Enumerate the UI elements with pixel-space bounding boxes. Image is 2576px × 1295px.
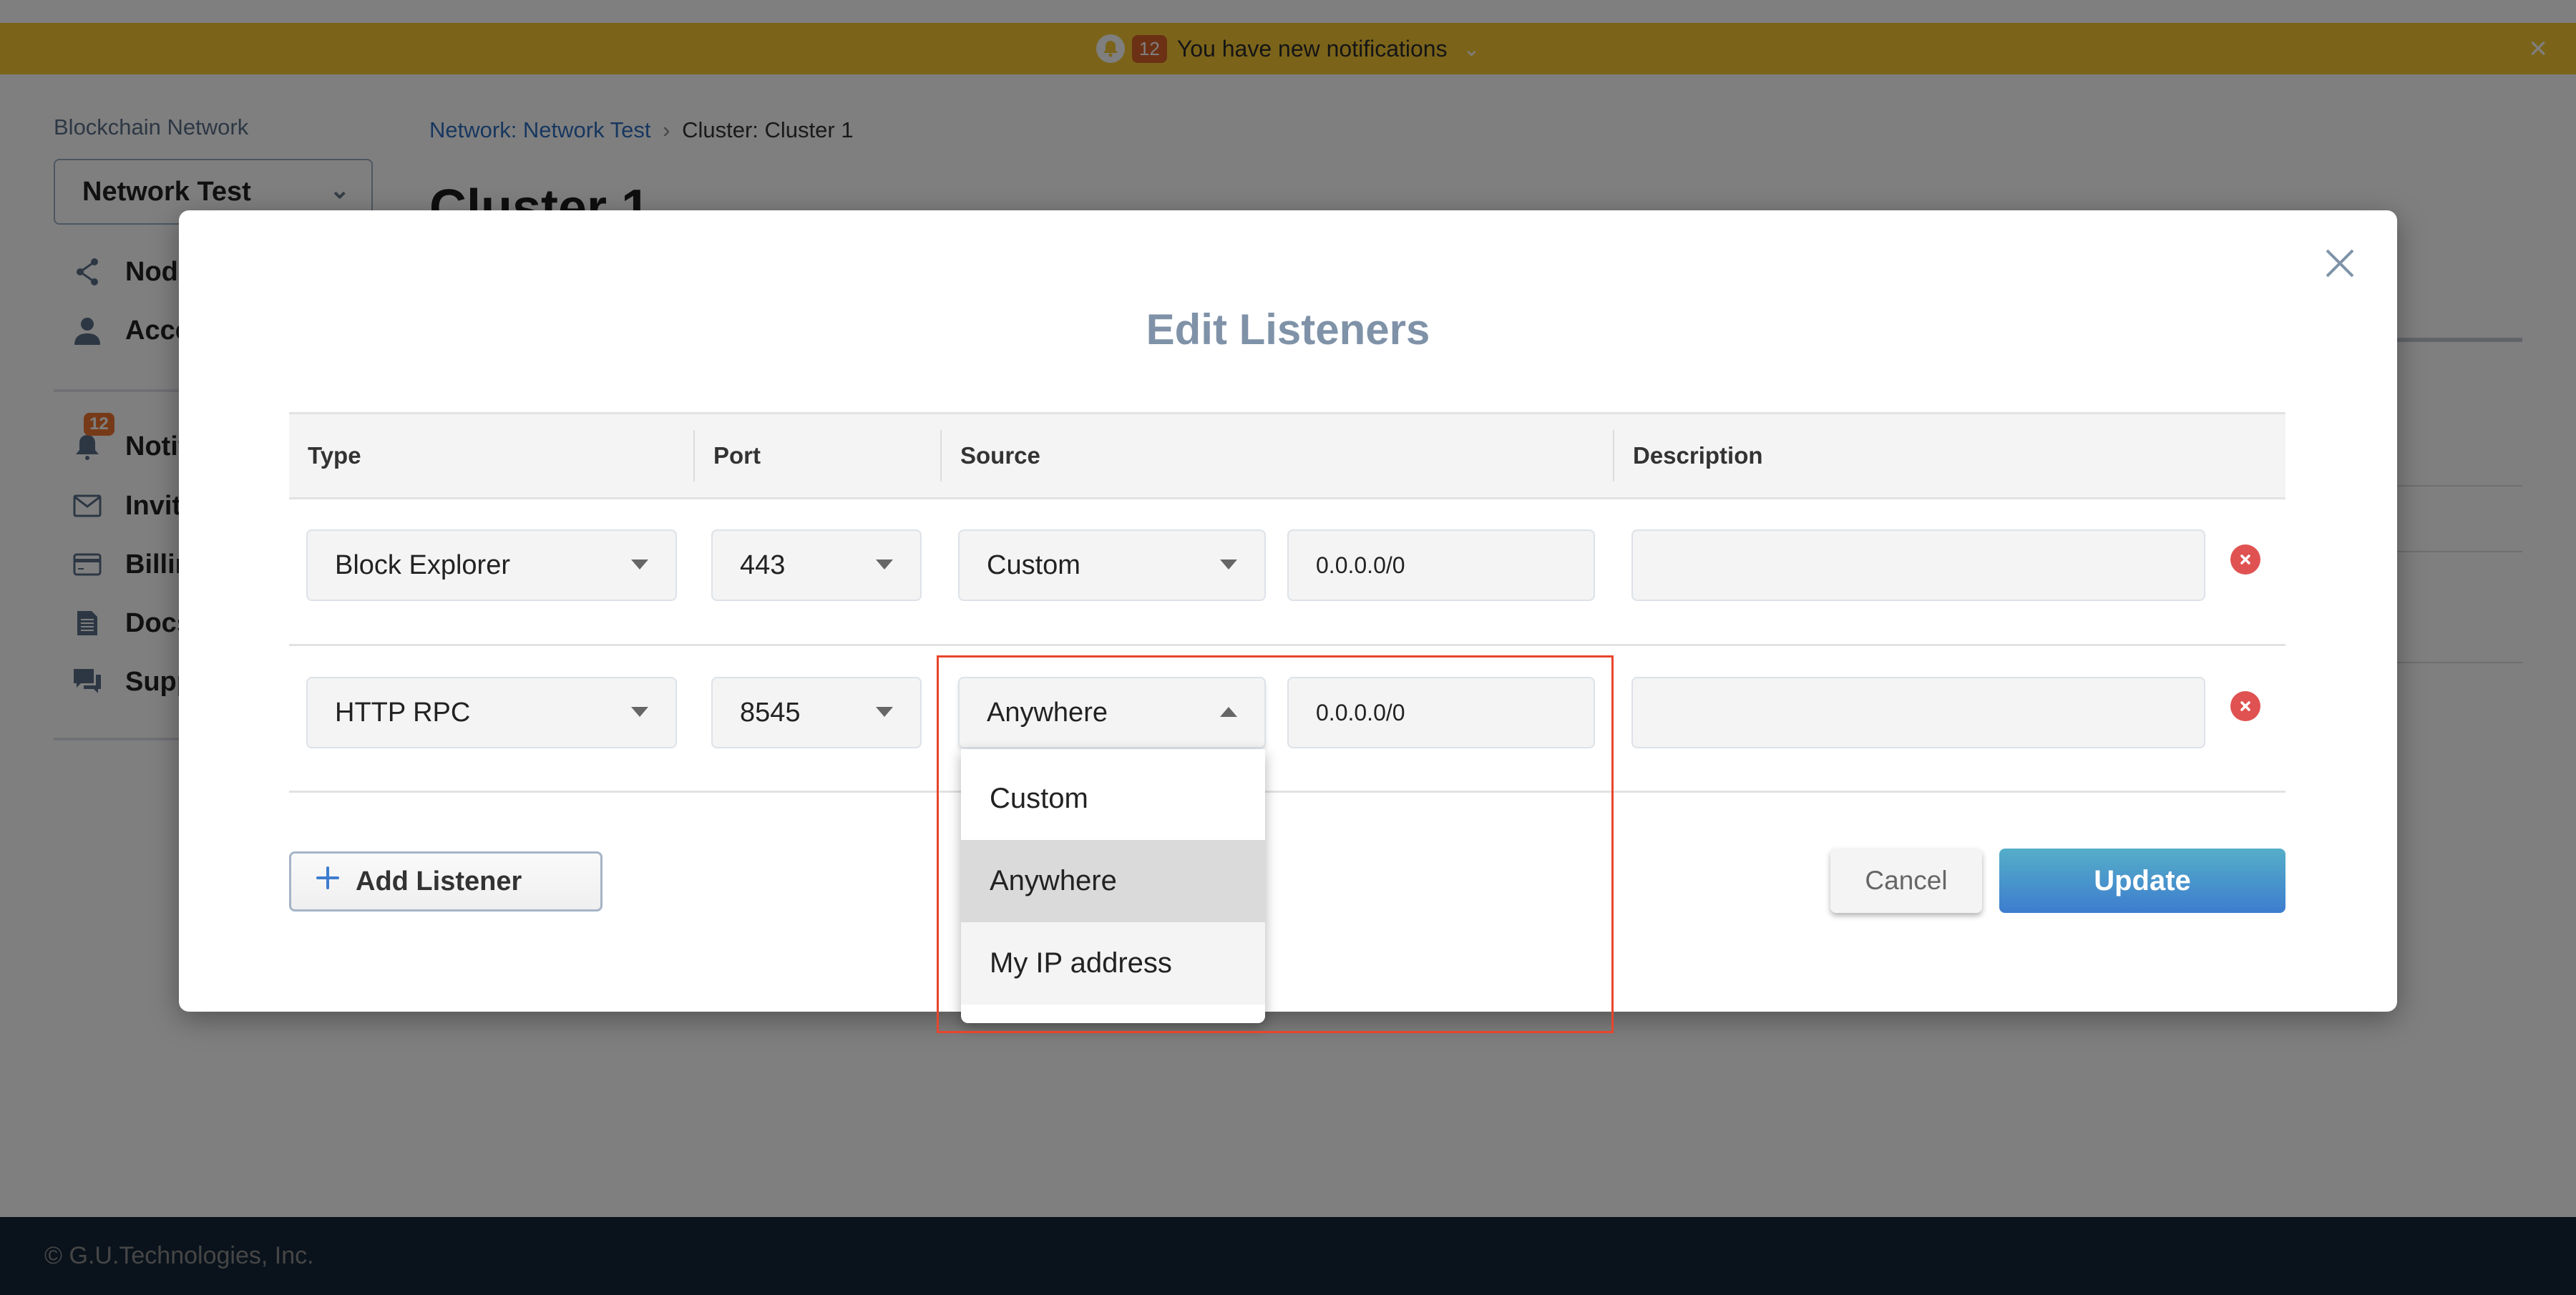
type-select-value: HTTP RPC	[335, 697, 471, 728]
close-icon[interactable]	[2318, 242, 2361, 285]
port-select[interactable]: 443	[711, 529, 922, 601]
caret-up-icon	[1220, 707, 1237, 717]
cidr-input[interactable]: 0.0.0.0/0	[1287, 529, 1595, 601]
port-select-value: 8545	[740, 697, 801, 728]
add-listener-button[interactable]: Add Listener	[289, 851, 602, 912]
dropdown-option-my-ip-address[interactable]: My IP address	[961, 922, 1265, 1005]
table-header: Type Port Source Description	[289, 412, 2285, 499]
edit-listeners-modal: Edit Listeners Type Port Source Descript…	[179, 210, 2397, 1012]
description-input[interactable]	[1631, 529, 2205, 601]
caret-down-icon	[876, 559, 893, 570]
close-circle-icon	[2240, 554, 2250, 565]
close-circle-icon	[2240, 701, 2250, 711]
type-select[interactable]: HTTP RPC	[306, 677, 677, 748]
column-header-type: Type	[308, 442, 361, 469]
source-select[interactable]: Custom	[958, 529, 1266, 601]
source-select-value: Custom	[987, 549, 1080, 580]
description-input[interactable]	[1631, 677, 2205, 748]
caret-down-icon	[1220, 559, 1237, 570]
source-dropdown-menu: Custom Anywhere My IP address	[961, 749, 1265, 1023]
dropdown-option-anywhere[interactable]: Anywhere	[961, 840, 1265, 922]
cancel-button[interactable]: Cancel	[1830, 849, 1982, 913]
port-select-value: 443	[740, 549, 786, 580]
caret-down-icon	[631, 707, 648, 717]
port-select[interactable]: 8545	[711, 677, 922, 748]
listeners-table: Type Port Source Description Block Explo…	[289, 412, 2285, 793]
dropdown-option-custom[interactable]: Custom	[961, 758, 1265, 840]
cidr-input-value: 0.0.0.0/0	[1316, 552, 1405, 578]
plus-icon	[316, 866, 340, 897]
source-select-open[interactable]: Anywhere	[958, 677, 1266, 748]
remove-listener-button[interactable]	[2230, 691, 2260, 721]
table-row: HTTP RPC 8545 Anywhere 0.0.0.0/0	[289, 646, 2285, 793]
add-listener-label: Add Listener	[356, 866, 522, 896]
update-button[interactable]: Update	[1999, 849, 2285, 913]
type-select[interactable]: Block Explorer	[306, 529, 677, 601]
modal-title: Edit Listeners	[1146, 306, 1430, 353]
cidr-input[interactable]: 0.0.0.0/0	[1287, 677, 1595, 748]
remove-listener-button[interactable]	[2230, 544, 2260, 575]
caret-down-icon	[631, 559, 648, 570]
column-header-port: Port	[693, 430, 940, 482]
column-header-description: Description	[1613, 430, 2285, 482]
caret-down-icon	[876, 707, 893, 717]
cidr-input-value: 0.0.0.0/0	[1316, 699, 1405, 725]
source-select-value: Anywhere	[987, 697, 1108, 728]
type-select-value: Block Explorer	[335, 549, 510, 580]
column-header-source: Source	[940, 430, 1613, 482]
table-row: Block Explorer 443 Custom 0.0.0.0/0	[289, 499, 2285, 646]
